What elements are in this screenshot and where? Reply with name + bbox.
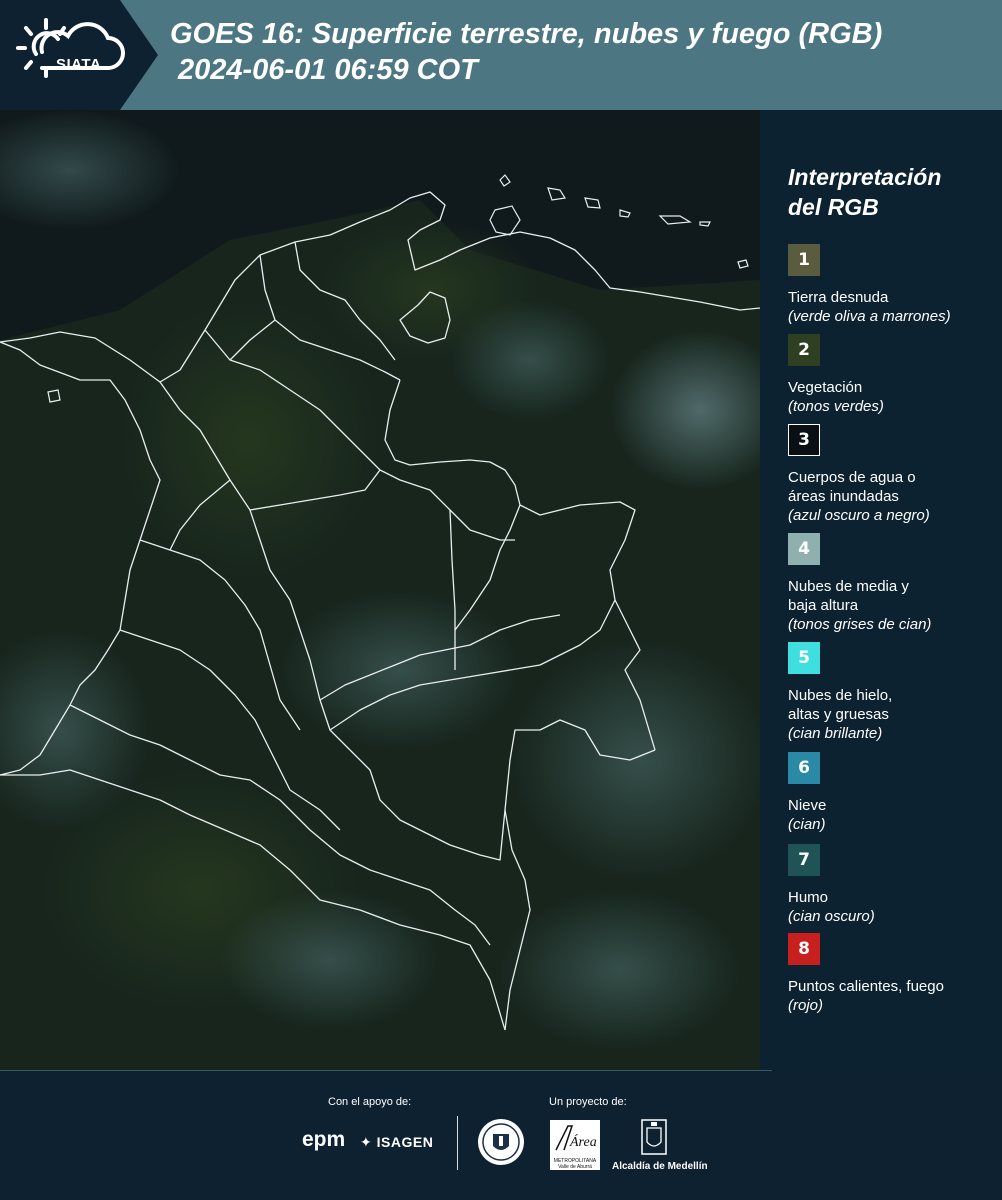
epm-logo: epm	[302, 1128, 346, 1151]
amva-main-text: Área	[569, 1133, 597, 1150]
legend-label: Vegetación	[788, 379, 863, 396]
title-datetime: 2024-06-01 06:59 COT	[178, 54, 478, 86]
swatch-mid-low-clouds: 4	[788, 533, 820, 565]
swatch-vegetation: 2	[788, 334, 820, 366]
amva-sub2: Valle de Aburrá	[558, 1164, 592, 1170]
cloud-patch	[220, 890, 440, 1030]
legend-desc: (azul oscuro a negro)	[788, 507, 930, 524]
swatch-number: 2	[798, 340, 810, 360]
title-text: GOES 16: Superficie terrestre, nubes y f…	[170, 18, 883, 50]
legend-panel: Interpretación del RGB 1 Tierra desnuda …	[762, 110, 1002, 1070]
legend-desc: (verde oliva a marrones)	[788, 308, 951, 325]
legend-title-line1: Interpretación	[788, 164, 942, 190]
legend-item-2: 2 Vegetación (tonos verdes)	[788, 334, 998, 416]
legend-label: Nieve	[788, 797, 827, 814]
coat-of-arms-icon	[641, 1119, 667, 1155]
isagen-text: ISAGEN	[376, 1134, 434, 1150]
swatch-number: 7	[798, 850, 810, 870]
swatch-number: 3	[798, 430, 810, 450]
logo-text: SIATA	[56, 56, 102, 73]
legend-label: baja altura	[788, 597, 859, 614]
alcaldia-text: Alcaldía de Medellín	[612, 1161, 708, 1172]
legend-label: Nubes de hielo,	[788, 687, 893, 704]
cloud-patch	[450, 300, 610, 420]
support-label: Con el apoyo de:	[328, 1096, 412, 1108]
swatch-water: 3	[788, 424, 820, 456]
header-bar: SIATA GOES 16: Superficie terrestre, nub…	[0, 0, 1002, 110]
legend-title-line2: del RGB	[788, 194, 879, 220]
university-seal-icon	[478, 1119, 524, 1165]
footer-divider-line	[0, 1070, 772, 1071]
swatch-number: 1	[798, 250, 810, 270]
legend-label: altas y gruesas	[788, 706, 889, 723]
isagen-mark-icon: ✦	[360, 1134, 373, 1150]
legend-label: Humo	[788, 889, 829, 906]
legend-label: Cuerpos de agua o	[788, 469, 916, 486]
legend-label: Nubes de media y	[788, 578, 909, 595]
legend-desc: (cian oscuro)	[788, 908, 875, 925]
legend-item-7: 7 Humo (cian oscuro)	[788, 844, 998, 926]
legend-title: Interpretación del RGB	[788, 162, 941, 222]
swatch-fire: 8	[788, 933, 820, 965]
logo-divider	[457, 1116, 458, 1170]
swatch-number: 6	[798, 758, 810, 778]
legend-item-4: 4 Nubes de media y baja altura (tonos gr…	[788, 533, 998, 634]
vegetation-patch	[120, 300, 380, 580]
satellite-map	[0, 110, 760, 1070]
legend-desc: (cian)	[788, 816, 826, 833]
cloud-patch	[510, 640, 760, 880]
page-title: GOES 16: Superficie terrestre, nubes y f…	[170, 16, 882, 88]
area-metropolitana-icon: Área	[555, 1125, 597, 1151]
project-label: Un proyecto de:	[549, 1096, 627, 1108]
legend-item-1: 1 Tierra desnuda (verde oliva a marrones…	[788, 244, 998, 326]
legend-item-8: 8 Puntos calientes, fuego (rojo)	[788, 933, 998, 1015]
legend-label: Tierra desnuda	[788, 289, 889, 306]
legend-item-5: 5 Nubes de hielo, altas y gruesas (cian …	[788, 642, 998, 743]
legend-desc: (tonos grises de cian)	[788, 616, 932, 633]
footer: Con el apoyo de: Un proyecto de: epm ✦ I…	[0, 1070, 1002, 1200]
legend-desc: (tonos verdes)	[788, 398, 884, 415]
swatch-ice-clouds: 5	[788, 642, 820, 674]
swatch-snow: 6	[788, 752, 820, 784]
cloud-patch	[280, 590, 520, 750]
map-image	[0, 110, 760, 1070]
swatch-number: 5	[798, 648, 810, 668]
legend-label: Puntos calientes, fuego	[788, 978, 944, 995]
swatch-bare-land: 1	[788, 244, 820, 276]
swatch-number: 4	[798, 539, 810, 559]
amva-caption: METROPOLITANA Valle de Aburrá	[552, 1158, 598, 1170]
swatch-smoke: 7	[788, 844, 820, 876]
isagen-logo: ✦ ISAGEN	[360, 1134, 433, 1151]
sun-cloud-icon	[16, 18, 125, 78]
legend-item-6: 6 Nieve (cian)	[788, 752, 998, 834]
siata-logo: SIATA	[12, 12, 128, 98]
legend-desc: (cian brillante)	[788, 725, 883, 742]
cloud-patch	[500, 890, 740, 1050]
legend-desc: (rojo)	[788, 997, 824, 1014]
legend-label: áreas inundadas	[788, 488, 899, 505]
swatch-number: 8	[798, 939, 810, 959]
legend-item-3: 3 Cuerpos de agua o áreas inundadas (azu…	[788, 424, 998, 525]
